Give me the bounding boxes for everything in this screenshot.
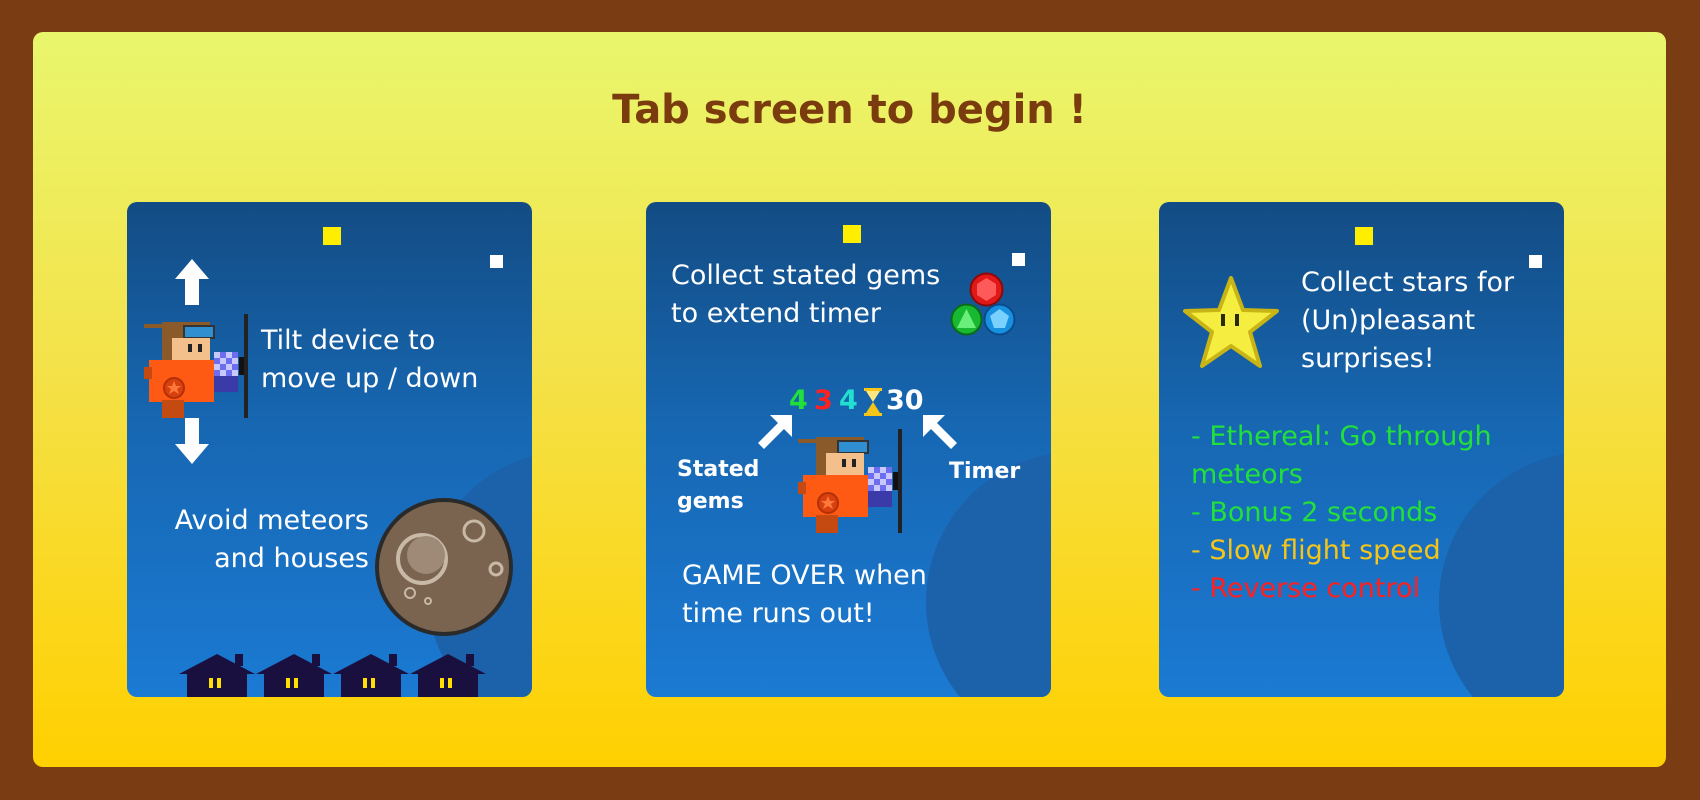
collect-gems-line2: to extend timer [671, 298, 881, 329]
blue-gem-icon [983, 303, 1016, 336]
house-icon [410, 654, 486, 697]
house-icon [179, 654, 255, 697]
collect-stars-line3: surprises! [1301, 343, 1435, 374]
yellow-square-icon [1355, 227, 1373, 245]
yellow-square-icon [323, 227, 341, 245]
stated-gems-label-line2: gems [677, 489, 744, 514]
effect-slow-flight: - Slow flight speed [1191, 535, 1441, 566]
timer-value: 30 [886, 385, 924, 416]
tilt-instruction-line1: Tilt device to [261, 325, 436, 356]
white-square-icon [1012, 253, 1025, 266]
collect-gems-line1: Collect stated gems [671, 260, 941, 291]
tilt-instruction-line2: move up / down [261, 363, 479, 394]
star-powerup-icon [1183, 276, 1279, 368]
background-hill [1439, 452, 1564, 697]
instruction-card-gems: Collect stated gems to extend timer 4 3 … [646, 202, 1051, 697]
house-icon [333, 654, 409, 697]
start-prompt: Tab screen to begin ! [612, 87, 1087, 133]
white-square-icon [1529, 255, 1542, 268]
pilot-plane-icon [798, 429, 902, 533]
hourglass-icon [864, 388, 882, 416]
background-hill [926, 452, 1051, 697]
timer-label: Timer [949, 459, 1021, 484]
game-frame: Tab screen to begin ! Tilt device to mov… [0, 0, 1700, 800]
collect-stars-line2: (Un)pleasant [1301, 305, 1476, 336]
effect-reverse-control: - Reverse control [1191, 573, 1421, 604]
instruction-card-controls: Tilt device to move up / down Avoid mete… [127, 202, 532, 697]
avoid-instruction-line1: Avoid meteors [174, 505, 369, 536]
meteor-icon [375, 498, 513, 636]
arrow-to-gems-icon [758, 415, 792, 449]
arrow-to-timer-icon [923, 415, 957, 449]
pilot-plane-icon [144, 314, 248, 418]
house-icon [256, 654, 332, 697]
avoid-instruction-line2: and houses [214, 543, 369, 574]
red-gem-icon [969, 272, 1004, 307]
collect-stars-line1: Collect stars for [1301, 267, 1515, 298]
start-screen[interactable]: Tab screen to begin ! Tilt device to mov… [33, 32, 1666, 767]
stated-gems-label-line1: Stated [677, 457, 760, 482]
gem-count-cyan: 4 [839, 385, 858, 416]
arrow-down-icon [175, 418, 209, 464]
yellow-square-icon [843, 225, 861, 243]
game-over-line1: GAME OVER when [682, 560, 927, 591]
gem-count-red: 3 [814, 385, 833, 416]
instruction-card-stars: Collect stars for (Un)pleasant surprises… [1159, 202, 1564, 697]
arrow-up-icon [175, 259, 209, 305]
effect-ethereal-line2: meteors [1191, 459, 1303, 490]
effect-bonus-seconds: - Bonus 2 seconds [1191, 497, 1438, 528]
green-gem-icon [950, 303, 983, 336]
white-square-icon [490, 255, 503, 268]
effect-ethereal-line1: - Ethereal: Go through [1191, 421, 1492, 452]
game-over-line2: time runs out! [682, 598, 875, 629]
